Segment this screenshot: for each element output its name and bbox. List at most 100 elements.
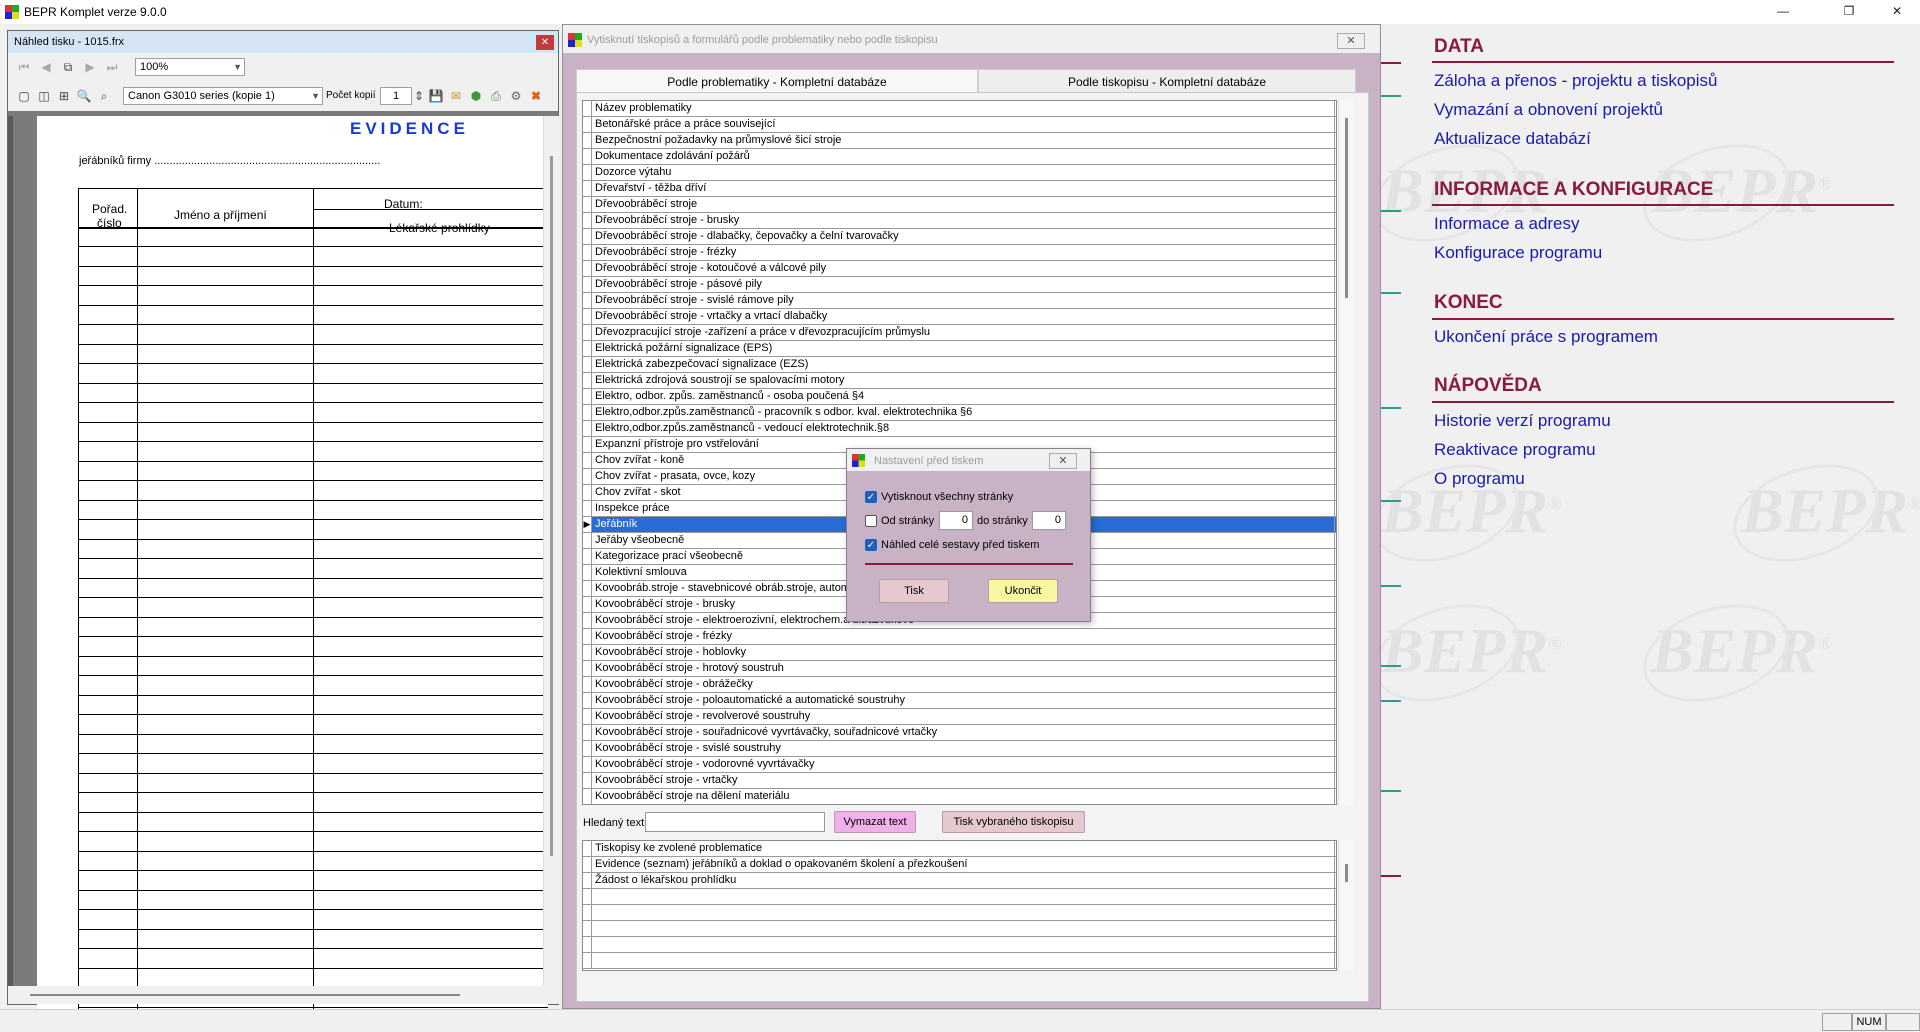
forms-grid[interactable]: Tiskopisy ke zvolené problematice Eviden…: [582, 840, 1337, 971]
menu-item-info-addresses[interactable]: Informace a adresy: [1434, 214, 1580, 234]
topic-row[interactable]: Kovoobráběcí stroje - poloautomatické a …: [583, 693, 1336, 709]
topic-row[interactable]: Dřevoobráběcí stroje - dlabačky, čepovač…: [583, 229, 1336, 245]
tab-by-form[interactable]: Podle tiskopisu - Kompletní databáze: [978, 69, 1356, 93]
topic-row[interactable]: Elektrická zabezpečovací signalizace (EZ…: [583, 357, 1336, 373]
topic-row[interactable]: Kovoobráběcí stroje na dělení materiálu: [583, 789, 1336, 804]
topic-row[interactable]: Elektrická požární signalizace (EPS): [583, 341, 1336, 357]
email-icon[interactable]: ✉: [448, 88, 464, 104]
menu-item-reactivation[interactable]: Reaktivace programu: [1434, 440, 1596, 460]
scroll-thumb[interactable]: [1345, 118, 1348, 298]
menu-item-version-history[interactable]: Historie verzí programu: [1434, 411, 1611, 431]
export-icon[interactable]: ⬢: [468, 88, 484, 104]
from-page-input[interactable]: 0: [939, 511, 973, 530]
topics-scrollbar[interactable]: [1338, 100, 1354, 805]
form-row[interactable]: [583, 921, 1336, 937]
topic-row[interactable]: Dokumentace zdolávání požárů: [583, 149, 1336, 165]
topic-row[interactable]: Dřevařství - těžba dříví: [583, 181, 1336, 197]
form-row[interactable]: Žádost o lékařskou prohlídku: [583, 873, 1336, 889]
menu-item-delete-restore[interactable]: Vymazání a obnovení projektů: [1434, 100, 1663, 120]
menu-item-backup[interactable]: Záloha a přenos - projektu a tiskopisů: [1434, 71, 1718, 91]
zoom-icon[interactable]: 🔍: [76, 88, 92, 104]
goto-page-icon[interactable]: ⧉: [60, 59, 76, 75]
zoom-combo[interactable]: 100% ▼: [135, 58, 245, 76]
menu-item-configuration[interactable]: Konfigurace programu: [1434, 243, 1602, 263]
topic-row[interactable]: Dřevoobráběcí stroje - brusky: [583, 213, 1336, 229]
topic-row[interactable]: Dřevozpracující stroje -zařízení a práce…: [583, 325, 1336, 341]
last-page-icon[interactable]: ⏭: [104, 59, 120, 75]
topic-row[interactable]: Dřevoobráběcí stroje - kotoučové a válco…: [583, 261, 1336, 277]
clear-text-button[interactable]: Vymazat text: [834, 811, 916, 833]
topic-row[interactable]: Betonářské práce a práce související: [583, 117, 1336, 133]
topic-row[interactable]: Kovoobráběcí stroje - vodorovné vyvrtáva…: [583, 757, 1336, 773]
preview-close-button[interactable]: ✕: [536, 35, 554, 50]
form-row[interactable]: [583, 905, 1336, 921]
topic-row[interactable]: Dřevoobráběcí stroje - vrtačky a vrtací …: [583, 309, 1336, 325]
print-selected-form-button[interactable]: Tisk vybraného tiskopisu: [942, 811, 1085, 833]
next-page-icon[interactable]: ▶: [82, 59, 98, 75]
topic-label: Chov zvířat - prasata, ovce, kozy: [595, 470, 756, 482]
spinner-icon[interactable]: ⇕: [414, 88, 424, 104]
topic-row[interactable]: Dřevoobráběcí stroje: [583, 197, 1336, 213]
to-page-input[interactable]: 0: [1032, 511, 1066, 530]
restore-button[interactable]: ❐: [1826, 0, 1872, 24]
tab-by-topic[interactable]: Podle problematiky - Kompletní databáze: [576, 69, 978, 93]
topic-row[interactable]: Kovoobráběcí stroje - hrotový soustruh: [583, 661, 1336, 677]
topic-row[interactable]: Dozorce výtahu: [583, 165, 1336, 181]
scroll-thumb[interactable]: [1345, 864, 1348, 882]
form-row[interactable]: [583, 953, 1336, 969]
topic-row[interactable]: Kovoobráběcí stroje - revolverové soustr…: [583, 709, 1336, 725]
print-button[interactable]: Tisk: [879, 579, 949, 603]
close-dialog-button[interactable]: Ukončit: [988, 579, 1058, 603]
zoom-page-icon[interactable]: ⌕: [96, 88, 112, 104]
preview-full-checkbox[interactable]: ✓: [865, 539, 877, 551]
topic-row[interactable]: Kovoobráběcí stroje - svislé soustruhy: [583, 741, 1336, 757]
topic-row[interactable]: Elektrická zdrojová soustrojí se spalova…: [583, 373, 1336, 389]
search-input[interactable]: [645, 812, 825, 832]
topic-row[interactable]: Kovoobráběcí stroje - souřadnicové vyvrt…: [583, 725, 1336, 741]
print-all-checkbox[interactable]: ✓: [865, 491, 877, 503]
topic-row[interactable]: Kovoobráběcí stroje - frézky: [583, 629, 1336, 645]
close-app-button[interactable]: ✕: [1874, 0, 1920, 24]
forms-scrollbar[interactable]: [1338, 840, 1354, 971]
scroll-thumb[interactable]: [30, 994, 460, 996]
doc-subtitle: jeřábníků firmy ........................…: [79, 155, 381, 167]
topic-row[interactable]: Elektro,odbor.způs.zaměstnanců - pracovn…: [583, 405, 1336, 421]
dialog-close-button[interactable]: ✕: [1049, 453, 1077, 469]
page-range-checkbox[interactable]: [865, 515, 877, 527]
topic-row[interactable]: Kovoobráběcí stroje - hoblovky: [583, 645, 1336, 661]
print-forms-close-button[interactable]: ✕: [1337, 33, 1365, 49]
minimize-button[interactable]: —: [1760, 0, 1806, 24]
preview-h-scrollbar[interactable]: [8, 986, 560, 1004]
settings-gear-icon[interactable]: ⚙: [508, 88, 524, 104]
topic-row[interactable]: Kovoobráběcí stroje - vrtačky: [583, 773, 1336, 789]
form-row[interactable]: Evidence (seznam) jeřábníků a doklad o o…: [583, 857, 1336, 873]
preview-v-scrollbar[interactable]: [543, 116, 559, 986]
topic-row[interactable]: Dřevoobráběcí stroje - frézky: [583, 245, 1336, 261]
topic-label: Chov zvířat - koně: [595, 454, 685, 466]
form-row[interactable]: [583, 889, 1336, 905]
topic-row[interactable]: Dřevoobráběcí stroje - pásové pily: [583, 277, 1336, 293]
two-page-icon[interactable]: ◫: [36, 88, 52, 104]
print-all-label: Vytisknout všechny stránky: [881, 491, 1014, 503]
print-icon[interactable]: ⎙: [488, 88, 504, 104]
multi-page-icon[interactable]: ⊞: [56, 88, 72, 104]
form-row[interactable]: [583, 937, 1336, 953]
first-page-icon[interactable]: ⏮: [16, 59, 32, 75]
printer-combo[interactable]: Canon G3010 series (kopie 1) ▼: [123, 87, 323, 105]
copies-input[interactable]: 1: [380, 87, 412, 105]
menu-item-update-db[interactable]: Aktualizace databází: [1434, 129, 1591, 149]
close-preview-icon[interactable]: ✖: [528, 88, 544, 104]
topic-row[interactable]: Elektro,odbor.způs.zaměstnanců - vedoucí…: [583, 421, 1336, 437]
print-forms-title: Vytisknutí tiskopisů a formulářů podle p…: [587, 34, 938, 46]
topic-row[interactable]: Kovoobráběcí stroje - obrážečky: [583, 677, 1336, 693]
prev-page-icon[interactable]: ◀: [38, 59, 54, 75]
topic-row[interactable]: Elektro, odbor. způs. zaměstnanců - osob…: [583, 389, 1336, 405]
menu-item-about[interactable]: O programu: [1434, 469, 1525, 489]
scroll-thumb[interactable]: [550, 156, 553, 856]
row-indicator: [583, 485, 592, 500]
single-page-icon[interactable]: ▢: [16, 88, 32, 104]
topic-row[interactable]: Dřevoobráběcí stroje - svislé rámove pil…: [583, 293, 1336, 309]
topic-row[interactable]: Bezpečnostní požadavky na průmyslové šic…: [583, 133, 1336, 149]
menu-item-exit[interactable]: Ukončení práce s programem: [1434, 327, 1658, 347]
save-icon[interactable]: 💾: [428, 88, 444, 104]
